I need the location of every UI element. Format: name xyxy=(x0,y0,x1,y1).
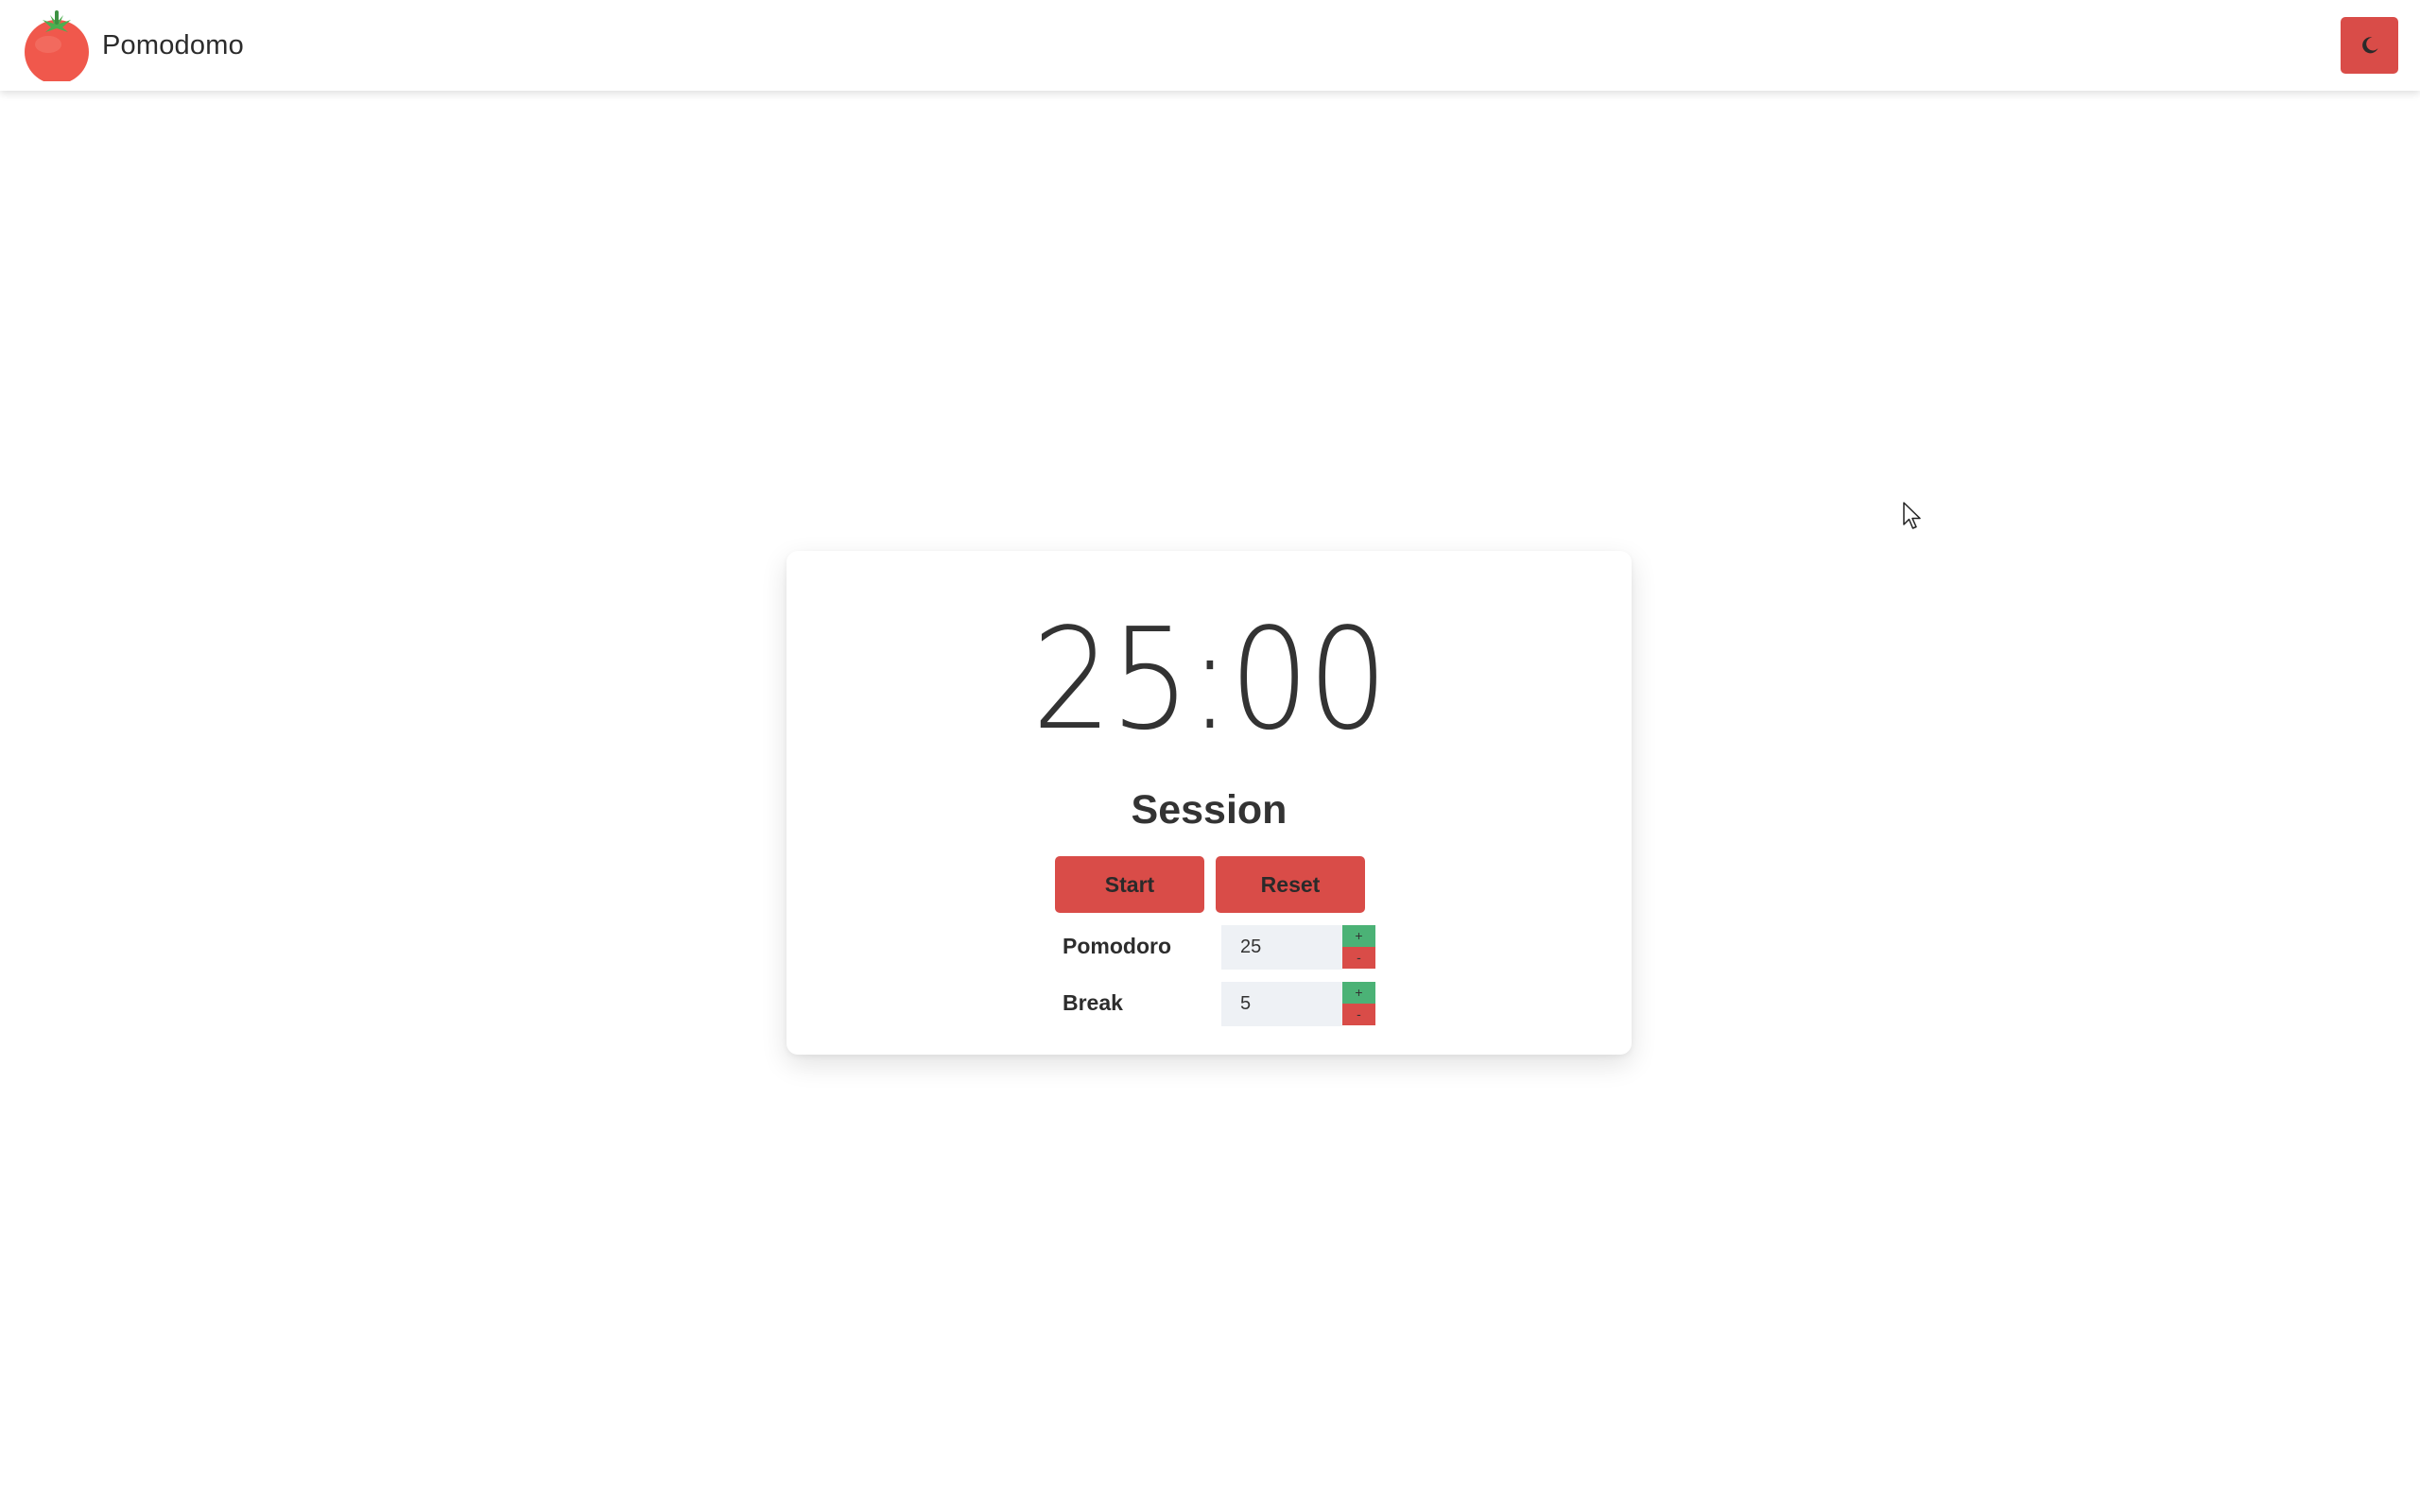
brand[interactable]: Pomodomo xyxy=(23,9,244,81)
break-increment-button[interactable]: + xyxy=(1342,982,1375,1004)
reset-button[interactable]: Reset xyxy=(1216,856,1365,913)
break-label: Break xyxy=(1063,990,1123,1015)
mouse-cursor-icon xyxy=(1903,502,1921,529)
top-navbar: Pomodomo xyxy=(0,0,2420,91)
pomodoro-decrement-button[interactable]: - xyxy=(1342,947,1375,969)
pomodoro-label: Pomodoro xyxy=(1063,934,1171,958)
app-title: Pomodomo xyxy=(102,29,244,60)
timer-card: 25:00 Session Start Reset Pomodoro + - B… xyxy=(786,551,1632,1055)
theme-toggle-button[interactable] xyxy=(2341,17,2398,74)
break-length-input[interactable] xyxy=(1221,982,1342,1026)
start-button[interactable]: Start xyxy=(1055,856,1204,913)
moon-icon xyxy=(2361,37,2377,54)
timer-label: Session xyxy=(1131,787,1288,833)
pomodoro-length-input[interactable] xyxy=(1221,925,1342,970)
timer-display: 25:00 xyxy=(1031,598,1389,761)
pomodoro-increment-button[interactable]: + xyxy=(1342,925,1375,947)
break-decrement-button[interactable]: - xyxy=(1342,1004,1375,1025)
tomato-logo-icon xyxy=(25,10,89,81)
